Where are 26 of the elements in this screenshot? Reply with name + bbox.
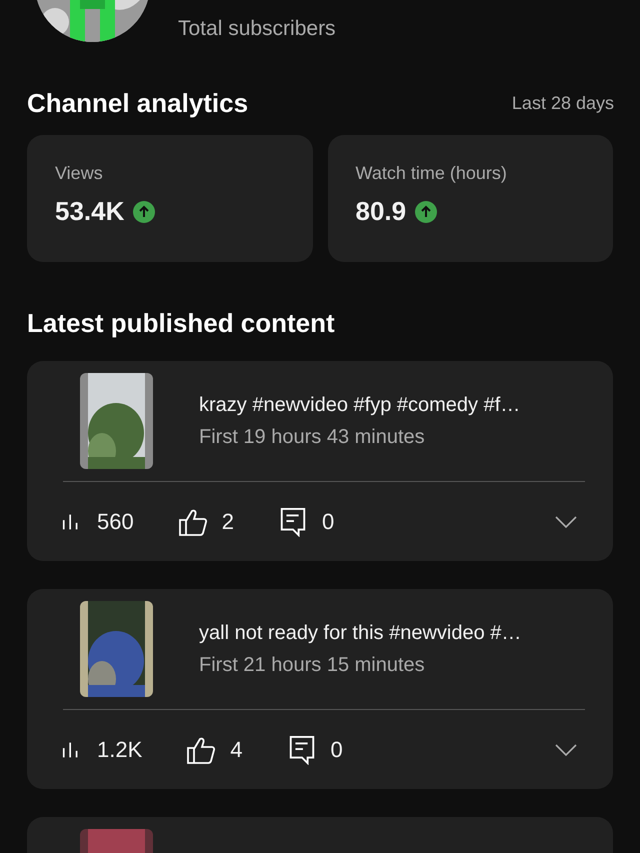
views-count: 1.2K [97, 737, 142, 763]
video-card[interactable]: yall not ready for this #newvideo #… First 21 hours 15 minutes 1.2K 4 0 [27, 589, 613, 789]
section-title: Latest published content [27, 308, 336, 339]
chevron-down-icon[interactable] [555, 744, 577, 756]
section-title: Channel analytics [27, 88, 248, 119]
comments-count: 0 [322, 509, 334, 535]
chevron-down-icon[interactable] [555, 516, 577, 528]
period-label: Last 28 days [512, 93, 614, 114]
video-card[interactable]: krazy #newvideo #fyp #comedy #f… First 19 hours 43 minutes 560 2 0 [27, 361, 613, 561]
metric-card[interactable]: Watch time (hours) 80.9 [328, 135, 613, 262]
video-title: krazy #newvideo #fyp #comedy #f… [199, 394, 520, 416]
likes-count: 4 [230, 737, 243, 763]
video-period: First 21 hours 15 minutes [199, 654, 426, 676]
metric-label: Views [55, 163, 104, 184]
likes-count: 2 [222, 509, 234, 535]
video-period: First 19 hours 43 minutes [199, 426, 426, 448]
video-title: yall not ready for this #newvideo #… [199, 622, 522, 644]
metric-card[interactable]: Views 53.4K [27, 135, 312, 262]
metric-label: Watch time (hours) [356, 163, 508, 184]
comments-count: 0 [330, 737, 343, 763]
views-count: 560 [97, 509, 134, 535]
metric-value: 80.9 [356, 196, 406, 227]
subscribers-label: Total subscribers [178, 17, 336, 41]
thumbs-up-icon [178, 507, 208, 537]
metric-value: 53.4K [55, 196, 124, 227]
thumbs-up-icon [186, 735, 216, 765]
